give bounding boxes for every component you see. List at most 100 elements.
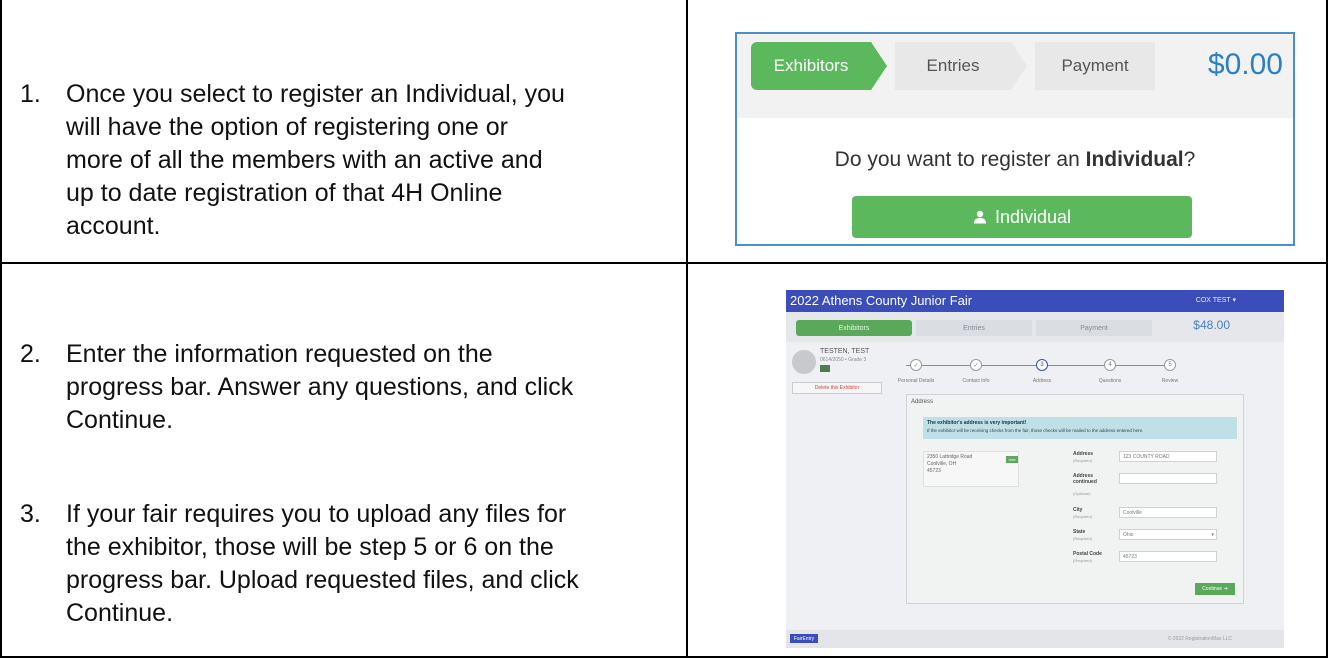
step-payment[interactable]: Payment <box>1035 42 1155 90</box>
step-entries-label: Entries <box>963 324 985 332</box>
wizard-label: Questions <box>1098 378 1122 384</box>
wizard-track <box>906 365 1164 366</box>
address-required: (Required) <box>1073 458 1092 463</box>
user-icon <box>973 210 986 224</box>
wizard-step-review[interactable]: 5 <box>1164 359 1176 371</box>
state-select[interactable]: Ohio ▾ <box>1119 529 1217 540</box>
city-field[interactable]: Coolville <box>1119 507 1217 518</box>
use-address-button[interactable]: Use <box>1006 456 1018 463</box>
wizard-step-contact-info[interactable]: ✓ <box>970 359 982 371</box>
exhibitor-address-screenshot: 2022 Athens County Junior Fair COX TEST … <box>786 290 1284 648</box>
table-border-left <box>0 0 2 658</box>
question-suffix: ? <box>1183 148 1196 171</box>
step-2-number: 2. <box>20 340 41 368</box>
step-1-number: 1. <box>20 80 41 108</box>
address-panel: Address The exhibitor's address is very … <box>906 394 1244 604</box>
address-field[interactable]: 123 COUNTY ROAD <box>1119 451 1217 462</box>
alert-title: The exhibitor's address is very importan… <box>927 420 1027 426</box>
table-column-divider <box>686 0 688 658</box>
delete-exhibitor-button[interactable]: Delete this Exhibitor <box>792 382 882 394</box>
state-required: (Required) <box>1073 536 1092 541</box>
step-1-line: Once you select to register an Individua… <box>66 80 565 108</box>
address-continued-optional: (Optional) <box>1073 491 1091 496</box>
step-3-text: If your fair requires you to upload any … <box>66 498 579 630</box>
register-question: Do you want to register an Individual? <box>737 148 1293 172</box>
arrow-right-icon: ➜ <box>1223 586 1228 592</box>
question-prefix: Do you want to register an <box>834 148 1086 171</box>
address-label: Address <box>1073 451 1094 457</box>
city-required: (Required) <box>1073 514 1092 519</box>
cart-total: $48.00 <box>1193 318 1230 332</box>
user-menu[interactable]: COX TEST ▾ <box>1196 296 1236 304</box>
postal-code-label: Postal Code <box>1073 551 1102 557</box>
address-line: Coolville, OH <box>927 461 957 467</box>
step-1-line: account. <box>66 212 161 240</box>
fair-progress-bar: Exhibitors Entries Payment $48.00 <box>786 312 1284 342</box>
avatar <box>792 350 816 374</box>
saved-address-card: 2350 Lattridge Road Coolville, OH 45723 … <box>923 451 1019 487</box>
fairentry-logo: FairEntry <box>790 634 818 643</box>
step-2-line: Continue. <box>66 406 174 434</box>
delete-exhibitor-label: Delete this Exhibitor <box>814 385 860 391</box>
wizard-label: Personal Details <box>897 378 935 384</box>
step-3-line: Continue. <box>66 599 174 627</box>
step-2-line: progress bar. Answer any questions, and … <box>66 373 574 401</box>
step-3-line: the exhibitor, those will be step 5 or 6… <box>66 533 554 561</box>
cart-total: $0.00 <box>1207 48 1283 81</box>
alert-text: If the exhibitor will be receiving check… <box>927 428 1144 433</box>
copyright: © 2022 RegistrationMax LLC <box>1167 636 1232 642</box>
exhibitor-badge <box>820 365 830 372</box>
wizard-step-personal-details[interactable]: ✓ <box>910 359 922 371</box>
instruction-document: 1. Once you select to register an Indivi… <box>0 0 1335 658</box>
step-entries[interactable]: Entries <box>916 320 1032 336</box>
step-1-line: up to date registration of that 4H Onlin… <box>66 179 503 207</box>
step-entries-arrow <box>1011 42 1027 90</box>
step-payment[interactable]: Payment <box>1036 320 1152 336</box>
postal-code-field[interactable]: 45723 <box>1119 551 1217 562</box>
wizard-label: Address <box>1032 378 1052 384</box>
fair-header-bar: 2022 Athens County Junior Fair COX TEST … <box>786 290 1284 312</box>
continue-label: Continue <box>1202 586 1223 592</box>
step-entries-label: Entries <box>926 56 980 75</box>
step-exhibitors[interactable]: Exhibitors <box>796 320 912 336</box>
panel-title: Address <box>911 399 934 405</box>
instruction-step-1: 1. Once you select to register an Indivi… <box>20 78 670 248</box>
register-individual-screenshot: Exhibitors Entries Payment $0.00 Do you … <box>735 32 1295 246</box>
state-select-value: Ohio <box>1123 532 1134 538</box>
step-2-line: Enter the information requested on the <box>66 340 493 368</box>
step-exhibitors[interactable]: Exhibitors <box>751 42 871 90</box>
state-label: State <box>1073 529 1086 535</box>
instruction-step-3: 3. If your fair requires you to upload a… <box>20 498 670 638</box>
address-continued-label: Address continued <box>1073 473 1097 485</box>
instruction-step-2: 2. Enter the information requested on th… <box>20 338 670 438</box>
exhibitor-name: TESTEN, TEST <box>820 348 870 355</box>
city-label: City <box>1073 507 1083 513</box>
question-bold: Individual <box>1085 148 1184 171</box>
wizard-step-questions[interactable]: 4 <box>1104 359 1116 371</box>
address-alert: The exhibitor's address is very importan… <box>923 417 1237 439</box>
address-line: 45723 <box>927 468 941 474</box>
step-payment-label: Payment <box>1080 324 1108 332</box>
step-3-line: progress bar. Upload requested files, an… <box>66 566 579 594</box>
postal-code-required: (Required) <box>1073 558 1092 563</box>
step-1-line: will have the option of registering one … <box>66 113 508 141</box>
exhibitor-details: 0614/2050 • Grade 3 <box>820 357 867 363</box>
address-line: 2350 Lattridge Road <box>927 454 973 460</box>
step-payment-label: Payment <box>1061 56 1129 75</box>
step-1-text: Once you select to register an Individua… <box>66 78 565 243</box>
table-border-right <box>1326 0 1328 658</box>
chevron-down-icon: ▾ <box>1211 532 1214 538</box>
wizard-label: Contact Info <box>962 378 990 384</box>
step-entries[interactable]: Entries <box>895 42 1011 90</box>
step-3-number: 3. <box>20 500 41 528</box>
table-row-divider <box>0 262 1328 264</box>
registration-progress-bar: Exhibitors Entries Payment $0.00 <box>737 34 1293 118</box>
continue-button[interactable]: Continue ➜ <box>1195 583 1235 595</box>
page-footer: FairEntry © 2022 RegistrationMax LLC <box>786 630 1284 648</box>
step-exhibitors-arrow <box>871 42 887 90</box>
address-continued-field[interactable] <box>1119 473 1217 484</box>
individual-button-label: Individual <box>994 206 1072 227</box>
step-exhibitors-label: Exhibitors <box>838 324 870 332</box>
wizard-step-address[interactable]: 3 <box>1036 359 1048 371</box>
individual-button[interactable]: Individual <box>852 196 1192 238</box>
